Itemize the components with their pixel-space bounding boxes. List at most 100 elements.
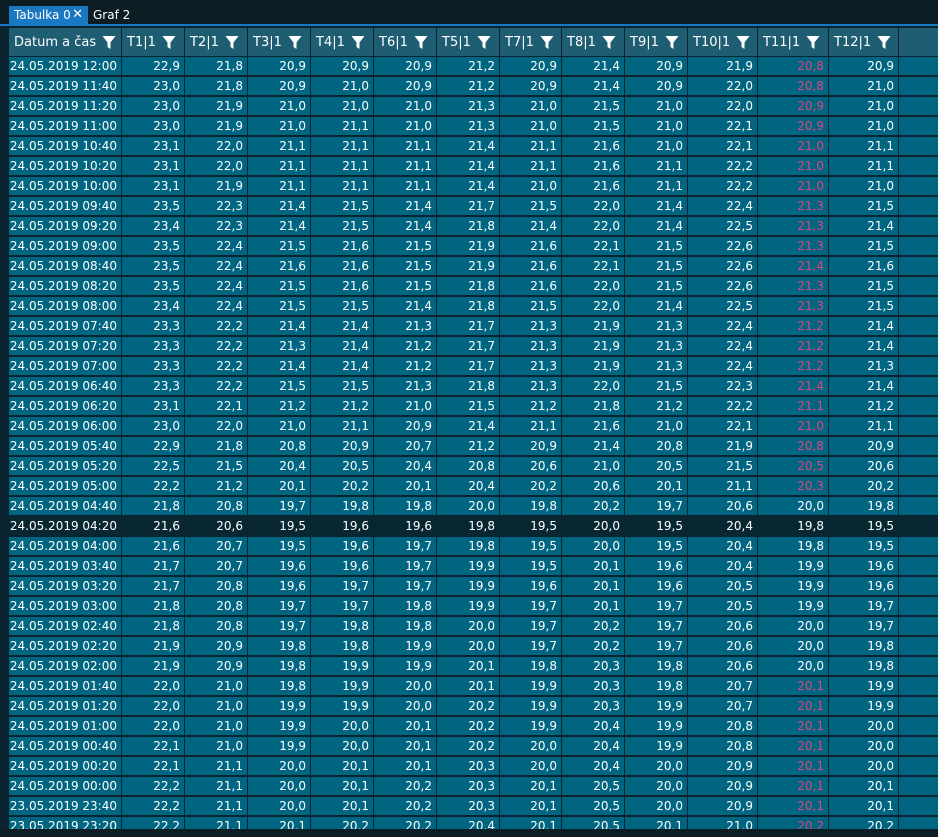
- cell-value[interactable]: 20,0: [374, 697, 437, 716]
- cell-value[interactable]: 22,1: [122, 737, 185, 756]
- cell-value[interactable]: 21,4: [437, 137, 500, 156]
- cell-value[interactable]: 19,6: [625, 557, 688, 576]
- cell-value[interactable]: 20,0: [829, 737, 899, 756]
- cell-value[interactable]: 22,2: [185, 377, 248, 396]
- cell-value[interactable]: 22,0: [562, 277, 625, 296]
- cell-value[interactable]: 21,1: [758, 397, 829, 416]
- cell-value[interactable]: 19,7: [311, 577, 374, 596]
- cell-value[interactable]: 22,0: [122, 717, 185, 736]
- cell-value[interactable]: 20,8: [185, 577, 248, 596]
- cell-value[interactable]: 20,3: [437, 757, 500, 776]
- filter-icon[interactable]: [665, 35, 679, 50]
- cell-value[interactable]: 21,0: [374, 117, 437, 136]
- cell-value[interactable]: 19,9: [437, 557, 500, 576]
- cell-value[interactable]: 21,9: [185, 97, 248, 116]
- cell-value[interactable]: 20,2: [829, 477, 899, 496]
- cell-value[interactable]: 20,1: [437, 677, 500, 696]
- cell-value[interactable]: 21,3: [248, 337, 311, 356]
- cell-value[interactable]: 22,0: [562, 377, 625, 396]
- table-row[interactable]: 24.05.2019 01:40 22,0 21,0 19,8 19,9 20,0 20,1…: [0, 677, 938, 696]
- cell-value[interactable]: 20,3: [562, 657, 625, 676]
- cell-value[interactable]: 21,6: [500, 277, 562, 296]
- table-row[interactable]: 24.05.2019 00:40 22,1 21,0 19,9 20,0 20,1 20,2…: [0, 737, 938, 756]
- cell-value[interactable]: 22,5: [122, 457, 185, 476]
- cell-datetime[interactable]: 23.05.2019 23:40: [9, 797, 122, 816]
- cell-value[interactable]: 21,9: [688, 437, 758, 456]
- cell-value[interactable]: 19,7: [248, 617, 311, 636]
- cell-value[interactable]: 20,4: [688, 537, 758, 556]
- cell-value[interactable]: 21,0: [829, 77, 899, 96]
- cell-value[interactable]: 21,5: [500, 297, 562, 316]
- cell-value[interactable]: 21,0: [758, 137, 829, 156]
- cell-value[interactable]: 21,9: [562, 357, 625, 376]
- cell-value[interactable]: 19,7: [500, 617, 562, 636]
- cell-value[interactable]: 21,0: [311, 77, 374, 96]
- cell-datetime[interactable]: 24.05.2019 09:00: [9, 237, 122, 256]
- cell-value[interactable]: 21,5: [374, 237, 437, 256]
- cell-value[interactable]: 21,0: [829, 177, 899, 196]
- cell-value[interactable]: 22,4: [688, 317, 758, 336]
- cell-value[interactable]: 21,3: [374, 317, 437, 336]
- cell-value[interactable]: 20,1: [500, 797, 562, 816]
- cell-value[interactable]: 21,9: [562, 317, 625, 336]
- cell-value[interactable]: 21,7: [437, 317, 500, 336]
- cell-value[interactable]: 21,1: [248, 157, 311, 176]
- cell-value[interactable]: 21,5: [374, 257, 437, 276]
- cell-datetime[interactable]: 24.05.2019 01:40: [9, 677, 122, 696]
- cell-value[interactable]: 21,0: [562, 457, 625, 476]
- column-header-5[interactable]: T6|1: [374, 28, 437, 56]
- cell-value[interactable]: 20,8: [185, 597, 248, 616]
- cell-value[interactable]: 21,9: [437, 237, 500, 256]
- cell-datetime[interactable]: 24.05.2019 05:00: [9, 477, 122, 496]
- cell-value[interactable]: 19,5: [500, 537, 562, 556]
- table-row[interactable]: 24.05.2019 05:00 22,2 21,2 20,1 20,2 20,1 20,4…: [0, 477, 938, 496]
- cell-value[interactable]: 20,4: [562, 737, 625, 756]
- cell-value[interactable]: 19,8: [500, 657, 562, 676]
- cell-value[interactable]: 19,6: [829, 557, 899, 576]
- cell-value[interactable]: 20,0: [437, 617, 500, 636]
- cell-value[interactable]: 20,2: [437, 737, 500, 756]
- cell-value[interactable]: 22,2: [122, 477, 185, 496]
- cell-value[interactable]: 20,0: [625, 757, 688, 776]
- cell-value[interactable]: 20,1: [758, 777, 829, 796]
- cell-value[interactable]: 21,3: [758, 197, 829, 216]
- cell-value[interactable]: 19,7: [500, 597, 562, 616]
- filter-icon[interactable]: [877, 35, 891, 50]
- cell-value[interactable]: 21,0: [500, 117, 562, 136]
- cell-value[interactable]: 21,6: [500, 257, 562, 276]
- cell-value[interactable]: 20,1: [374, 737, 437, 756]
- cell-value[interactable]: 22,3: [185, 217, 248, 236]
- cell-value[interactable]: 21,7: [437, 197, 500, 216]
- cell-value[interactable]: 20,0: [437, 497, 500, 516]
- cell-value[interactable]: 21,4: [248, 317, 311, 336]
- cell-value[interactable]: 19,7: [625, 617, 688, 636]
- cell-value[interactable]: 21,5: [311, 217, 374, 236]
- cell-value[interactable]: 21,0: [185, 677, 248, 696]
- cell-value[interactable]: 19,7: [311, 597, 374, 616]
- cell-value[interactable]: 22,0: [185, 157, 248, 176]
- cell-value[interactable]: 19,8: [625, 677, 688, 696]
- cell-value[interactable]: 20,0: [758, 657, 829, 676]
- cell-value[interactable]: 19,8: [437, 517, 500, 536]
- cell-value[interactable]: 20,9: [311, 437, 374, 456]
- cell-value[interactable]: 20,9: [374, 77, 437, 96]
- table-row[interactable]: 24.05.2019 03:20 21,7 20,8 19,6 19,7 19,7 19,9…: [0, 577, 938, 596]
- cell-value[interactable]: 20,6: [562, 477, 625, 496]
- cell-value[interactable]: 20,8: [688, 737, 758, 756]
- table-row[interactable]: 24.05.2019 04:40 21,8 20,8 19,7 19,8 19,8 20,0…: [0, 497, 938, 516]
- column-header-6[interactable]: T5|1: [437, 28, 500, 56]
- cell-value[interactable]: 20,0: [562, 537, 625, 556]
- filter-icon[interactable]: [351, 35, 365, 50]
- cell-value[interactable]: 20,1: [758, 697, 829, 716]
- cell-datetime[interactable]: 24.05.2019 02:40: [9, 617, 122, 636]
- cell-datetime[interactable]: 24.05.2019 06:20: [9, 397, 122, 416]
- cell-value[interactable]: 22,0: [185, 137, 248, 156]
- cell-value[interactable]: 21,4: [625, 217, 688, 236]
- cell-value[interactable]: 23,0: [122, 77, 185, 96]
- cell-value[interactable]: 21,6: [500, 237, 562, 256]
- cell-value[interactable]: 21,6: [311, 237, 374, 256]
- cell-value[interactable]: 19,9: [500, 717, 562, 736]
- cell-value[interactable]: 19,9: [311, 697, 374, 716]
- cell-value[interactable]: 20,1: [625, 477, 688, 496]
- cell-value[interactable]: 21,7: [122, 577, 185, 596]
